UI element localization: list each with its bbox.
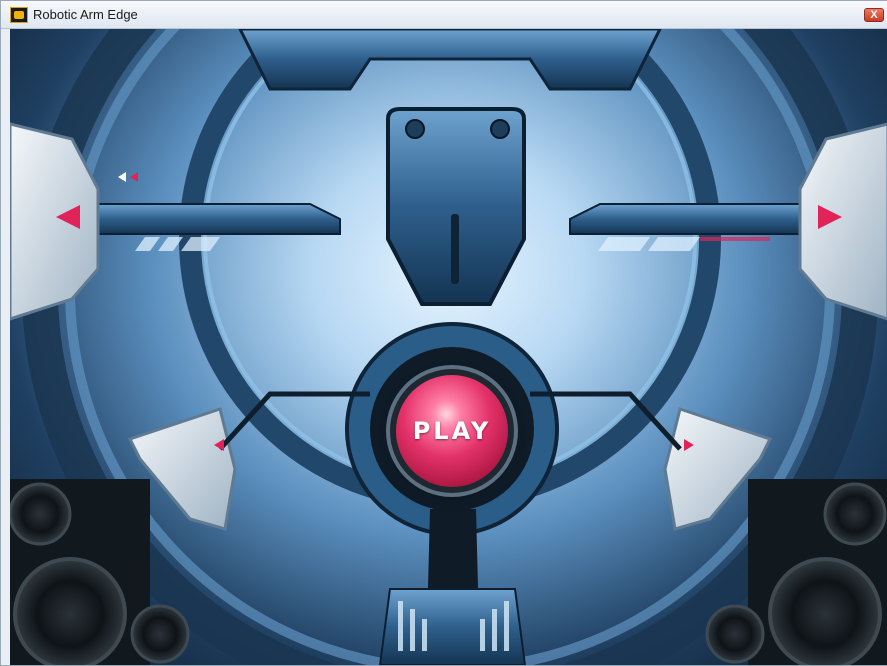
- play-button[interactable]: PLAY: [396, 375, 508, 487]
- double-arrow-left-icon: [118, 172, 138, 182]
- triangle-right-icon[interactable]: [818, 205, 842, 229]
- window-title: Robotic Arm Edge: [33, 7, 138, 22]
- app-window: Robotic Arm Edge X PLAY: [0, 0, 887, 666]
- close-button[interactable]: X: [864, 8, 884, 22]
- triangle-right-small-icon[interactable]: [684, 439, 694, 451]
- robot-head-icon: [10, 7, 28, 23]
- arrow-controls-layer: [56, 172, 842, 451]
- game-canvas[interactable]: PLAY: [10, 29, 887, 665]
- triangle-left-icon[interactable]: [56, 205, 80, 229]
- play-label: PLAY: [412, 417, 492, 445]
- title-bar[interactable]: Robotic Arm Edge X: [1, 1, 887, 29]
- triangle-left-small-icon[interactable]: [214, 439, 224, 451]
